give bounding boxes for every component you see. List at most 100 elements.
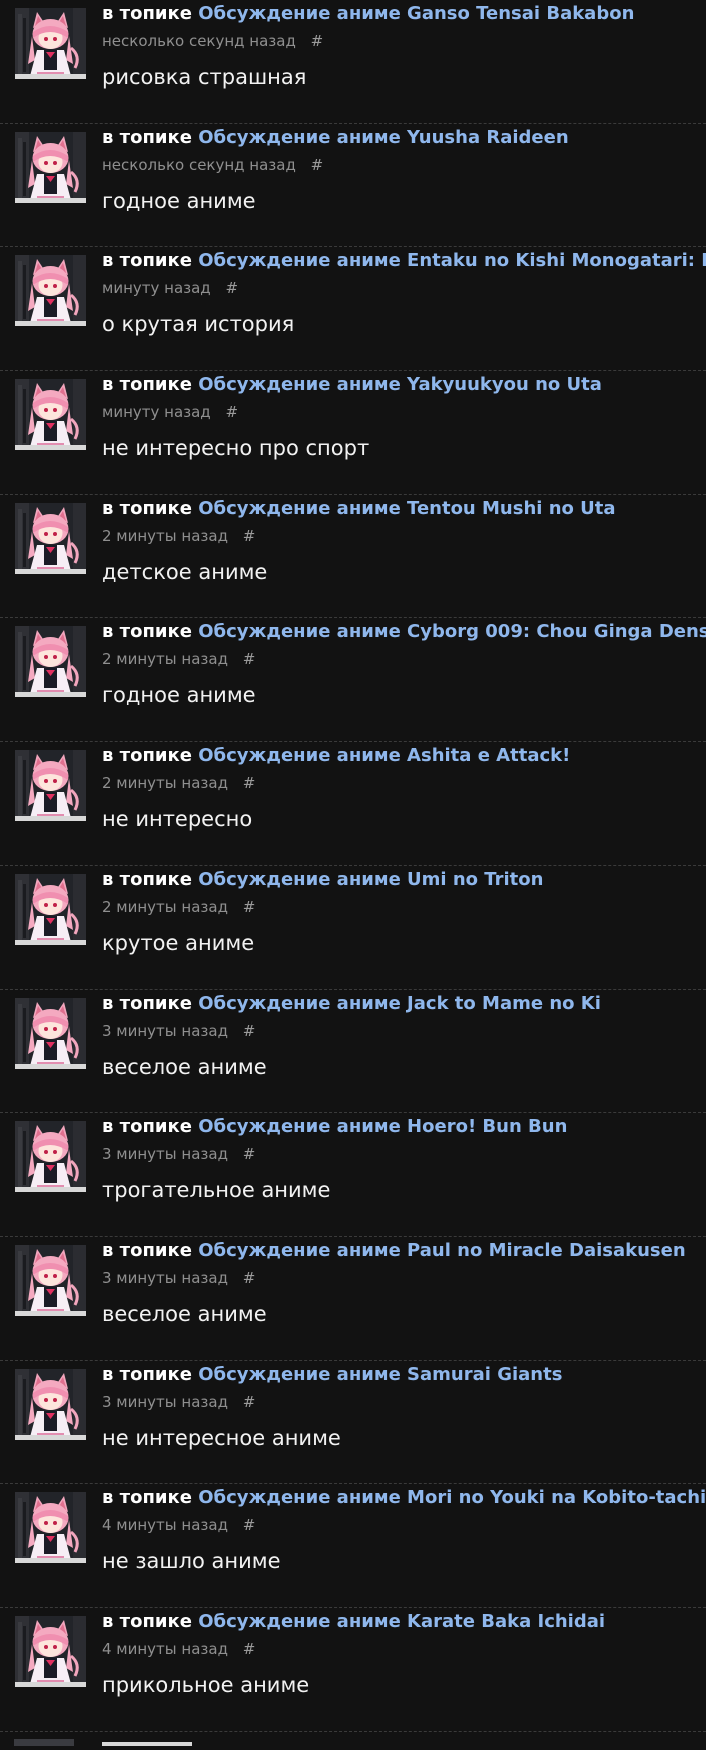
user-avatar[interactable] <box>15 8 86 79</box>
comment-text: не зашло аниме <box>102 1549 281 1574</box>
topic-prefix: в топике <box>102 1363 192 1385</box>
user-avatar[interactable] <box>15 1615 86 1687</box>
user-avatar[interactable] <box>15 379 86 451</box>
topic-link[interactable]: Обсуждение аниме Yakyuukyou no Uta <box>198 374 602 395</box>
topic-link[interactable]: Обсуждение аниме Umi no Triton <box>198 869 543 890</box>
user-avatar[interactable] <box>15 255 86 327</box>
entry-header: в топике Обсуждение аниме Mori no Youki … <box>102 1486 706 1510</box>
topic-prefix: в топике <box>102 1610 192 1632</box>
topic-link[interactable]: Обсуждение аниме Cyborg 009: Chou Ginga … <box>198 621 706 642</box>
entry-timestamp: 4 минуты назад <box>102 1639 228 1658</box>
anime-catgirl-avatar-icon <box>15 1368 86 1440</box>
entry-header: в топике Обсуждение аниме Hoero! Bun Bun <box>102 1115 706 1139</box>
topic-link[interactable]: Обсуждение аниме Ganso Tensai Bakabon <box>198 3 634 24</box>
permalink-hash[interactable]: # <box>243 650 256 668</box>
entry-timestamp: 3 минуты назад <box>102 1145 228 1164</box>
entry-header: в топике Обсуждение аниме Entaku no Kish… <box>102 249 706 273</box>
topic-prefix: в топике <box>102 374 192 396</box>
anime-catgirl-avatar-icon <box>15 502 86 574</box>
comment-text: о крутая история <box>102 312 295 337</box>
topic-prefix: в топике <box>102 126 192 148</box>
permalink-hash[interactable]: # <box>243 898 256 916</box>
permalink-hash[interactable]: # <box>243 774 256 792</box>
comment-text: не интересно про спорт <box>102 436 370 461</box>
permalink-hash[interactable]: # <box>243 1393 256 1411</box>
entry-header: в топике Обсуждение аниме Tentou Mushi n… <box>102 497 706 521</box>
entry-timestamp: несколько секунд назад <box>102 32 296 50</box>
anime-catgirl-avatar-icon <box>15 131 86 203</box>
anime-catgirl-avatar-icon <box>15 1492 86 1564</box>
comment-text: веселое аниме <box>102 1054 267 1079</box>
feed-entry: в топике Обсуждение аниме Mori no Youki … <box>0 1484 706 1608</box>
permalink-hash[interactable]: # <box>243 1022 256 1040</box>
permalink-hash[interactable]: # <box>243 1516 256 1534</box>
permalink-hash[interactable]: # <box>243 1640 256 1658</box>
permalink-hash[interactable]: # <box>225 279 238 297</box>
topic-link[interactable]: Обсуждение аниме Paul no Miracle Daisaku… <box>198 1240 685 1261</box>
user-avatar[interactable] <box>15 502 86 574</box>
entry-meta: минуту назад # <box>102 402 238 422</box>
feed-entry: в топике Обсуждение аниме Samurai Giants… <box>0 1361 706 1485</box>
feed-entry: в топике Обсуждение аниме Yuusha Raideen… <box>0 124 706 248</box>
permalink-hash[interactable]: # <box>243 527 256 545</box>
topic-link[interactable]: Обсуждение аниме Ashita e Attack! <box>198 745 570 766</box>
topic-link[interactable]: Обсуждение аниме Hoero! Bun Bun <box>198 1116 567 1137</box>
topic-link[interactable]: Обсуждение аниме Tentou Mushi no Uta <box>198 498 615 519</box>
user-avatar[interactable] <box>15 997 86 1069</box>
comment-text: не интересное аниме <box>102 1425 341 1450</box>
topic-prefix: в топике <box>102 250 192 272</box>
entry-header: в топике Обсуждение аниме Paul no Miracl… <box>102 1239 706 1263</box>
comment-text: рисовка страшная <box>102 65 307 89</box>
feed-entry: в топике Обсуждение аниме Tentou Mushi n… <box>0 495 706 619</box>
permalink-hash[interactable]: # <box>225 403 238 421</box>
entry-meta: 2 минуты назад # <box>102 649 255 669</box>
feed-entry: в топике Обсуждение аниме Jack to Mame n… <box>0 990 706 1114</box>
entry-header: в топике Обсуждение аниме Cyborg 009: Ch… <box>102 620 706 644</box>
comment-text: прикольное аниме <box>102 1672 310 1697</box>
anime-catgirl-avatar-icon <box>15 997 86 1069</box>
topic-link[interactable]: Обсуждение аниме Jack to Mame no Ki <box>198 993 601 1014</box>
permalink-hash[interactable]: # <box>311 156 324 174</box>
topic-link[interactable]: Обсуждение аниме Entaku no Kishi Monogat… <box>198 250 706 271</box>
entry-timestamp: 2 минуты назад <box>102 526 228 545</box>
user-avatar[interactable] <box>15 750 86 822</box>
topic-prefix: в топике <box>102 1239 192 1261</box>
user-avatar[interactable] <box>15 873 86 945</box>
entry-meta: 2 минуты назад # <box>102 897 255 917</box>
entry-header: в топике Обсуждение аниме Ganso Tensai B… <box>102 2 706 26</box>
feed-entry: в топике Обсуждение аниме Cyborg 009: Ch… <box>0 618 706 743</box>
entry-meta: 4 минуты назад # <box>102 1639 255 1659</box>
topic-prefix: в топике <box>102 621 192 643</box>
comment-text: трогательное аниме <box>102 1178 331 1203</box>
anime-catgirl-avatar-icon <box>15 379 86 451</box>
user-avatar[interactable] <box>15 1244 86 1316</box>
topic-prefix: в топике <box>102 745 192 767</box>
permalink-hash[interactable]: # <box>311 32 324 50</box>
feed-entry: в топике Обсуждение аниме Yakyuukyou no … <box>0 371 706 495</box>
topic-link[interactable]: Обсуждение аниме Samurai Giants <box>198 1364 562 1385</box>
anime-catgirl-avatar-icon <box>15 255 86 327</box>
entry-meta: 3 минуты назад # <box>102 1392 255 1412</box>
topic-prefix: в топике <box>102 1487 192 1509</box>
permalink-hash[interactable]: # <box>243 1269 256 1287</box>
topic-link[interactable]: Обсуждение аниме Mori no Youki na Kobito… <box>198 1487 706 1508</box>
entry-timestamp: 3 минуты назад <box>102 1392 228 1411</box>
comment-text: годное аниме <box>102 683 256 708</box>
permalink-hash[interactable]: # <box>243 1145 256 1163</box>
comment-text: крутое аниме <box>102 930 255 955</box>
user-avatar[interactable] <box>15 626 86 698</box>
entry-timestamp: 3 минуты назад <box>102 1268 228 1287</box>
topic-link[interactable]: Обсуждение аниме Karate Baka Ichidai <box>198 1611 605 1632</box>
user-avatar[interactable] <box>15 1368 86 1440</box>
entry-timestamp: 2 минуты назад <box>102 774 228 793</box>
entry-meta: 2 минуты назад # <box>102 526 255 546</box>
entry-meta: несколько секунд назад # <box>102 155 323 175</box>
feed-entry: в топике Обсуждение аниме Ashita e Attac… <box>0 742 706 866</box>
user-avatar[interactable] <box>15 131 86 203</box>
user-avatar[interactable] <box>15 1492 86 1564</box>
anime-catgirl-avatar-icon <box>15 8 86 79</box>
topic-prefix: в топике <box>102 868 192 890</box>
entry-header: в топике Обсуждение аниме Karate Baka Ic… <box>102 1610 706 1634</box>
user-avatar[interactable] <box>15 1121 86 1193</box>
topic-link[interactable]: Обсуждение аниме Yuusha Raideen <box>198 127 568 148</box>
